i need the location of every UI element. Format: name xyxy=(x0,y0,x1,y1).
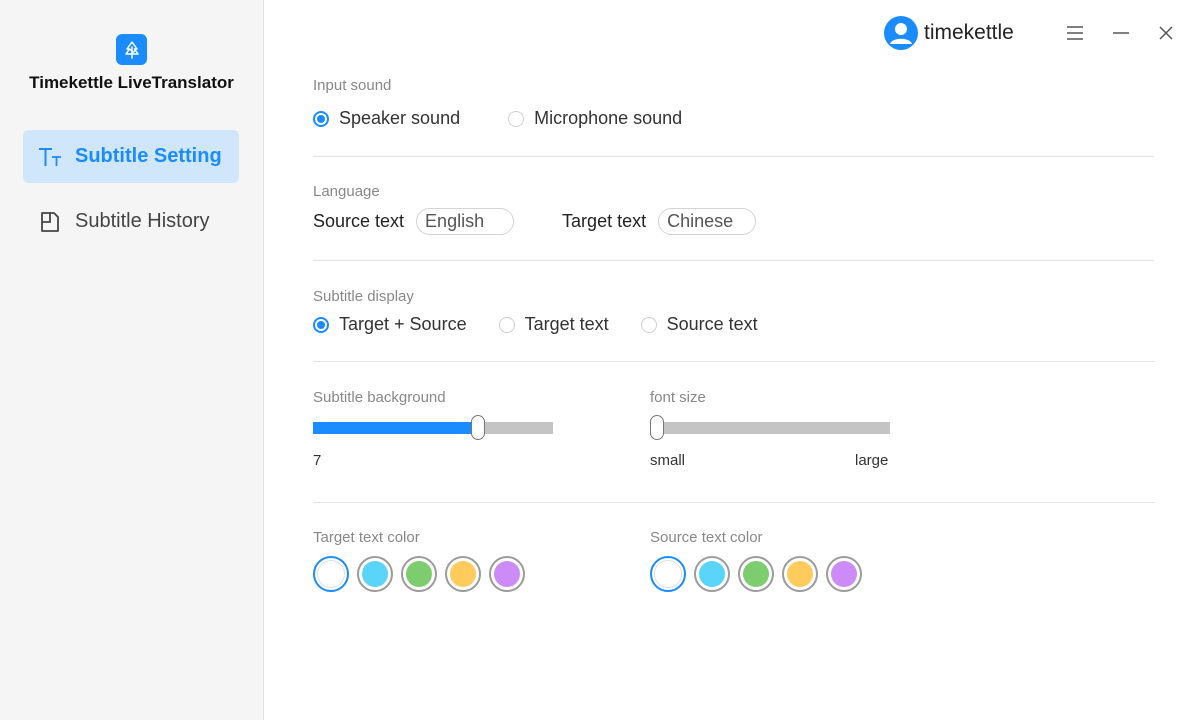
source-text-label: Source text xyxy=(313,211,405,231)
divider xyxy=(313,156,1154,157)
language-label: Language xyxy=(313,183,380,200)
avatar[interactable] xyxy=(884,16,918,50)
target-text-color-label: Target text color xyxy=(313,529,420,546)
divider xyxy=(313,502,1154,503)
source-color-swatch-4[interactable] xyxy=(826,556,862,592)
history-doc-icon xyxy=(37,209,63,235)
subtitle-display-label: Subtitle display xyxy=(313,288,414,305)
color-fill xyxy=(831,561,857,587)
color-fill xyxy=(450,561,476,587)
radio-label: Target text xyxy=(524,314,609,334)
radio-target-text[interactable]: Target text xyxy=(498,314,609,335)
sidebar-item-label: Subtitle History xyxy=(75,210,210,232)
slider-thumb[interactable] xyxy=(471,415,485,440)
input-sound-label: Input sound xyxy=(313,77,392,94)
radio-target-source[interactable]: Target + Source xyxy=(313,314,467,335)
source-color-swatch-2[interactable] xyxy=(738,556,774,592)
radio-label: Microphone sound xyxy=(534,108,683,128)
subtitle-background-label: Subtitle background xyxy=(313,389,446,406)
radio-unchecked-icon xyxy=(640,316,657,333)
target-color-swatch-2[interactable] xyxy=(401,556,437,592)
color-fill xyxy=(406,561,432,587)
color-fill xyxy=(654,560,682,588)
color-fill xyxy=(494,561,520,587)
user-icon xyxy=(890,23,912,44)
source-text-color-label: Source text color xyxy=(650,529,763,546)
slider-thumb[interactable] xyxy=(650,415,664,440)
divider xyxy=(313,260,1154,261)
color-fill xyxy=(787,561,813,587)
minimize-icon xyxy=(1113,32,1129,34)
target-color-swatch-1[interactable] xyxy=(357,556,393,592)
input-sound-options: Speaker sound Microphone sound xyxy=(313,108,682,129)
font-size-min-label: small xyxy=(650,452,686,469)
sidebar-item-label: Subtitle Setting xyxy=(75,145,222,167)
color-fill xyxy=(743,561,769,587)
user-name: timekettle xyxy=(924,21,1014,44)
radio-label: Source text xyxy=(666,314,758,334)
radio-source-text[interactable]: Source text xyxy=(640,314,758,335)
target-color-swatch-4[interactable] xyxy=(489,556,525,592)
radio-unchecked-icon xyxy=(498,316,515,333)
sidebar: Timekettle LiveTranslator Subtitle Setti… xyxy=(0,0,264,720)
color-fill xyxy=(699,561,725,587)
menu-button[interactable] xyxy=(1062,20,1088,46)
color-fill xyxy=(317,560,345,588)
minimize-button[interactable] xyxy=(1108,20,1134,46)
close-button[interactable] xyxy=(1153,20,1179,46)
app-title: Timekettle LiveTranslator xyxy=(29,73,234,92)
radio-unchecked-icon xyxy=(508,110,525,127)
target-color-swatch-0[interactable] xyxy=(313,556,349,592)
sidebar-item-subtitle-setting[interactable]: Subtitle Setting xyxy=(23,130,239,183)
hamburger-menu-icon xyxy=(1067,26,1083,40)
language-row: Source text English Target text Chinese xyxy=(313,208,757,235)
target-color-swatch-3[interactable] xyxy=(445,556,481,592)
radio-label: Target + Source xyxy=(339,314,467,334)
target-language-select[interactable]: Chinese xyxy=(658,208,757,235)
divider xyxy=(313,361,1154,362)
close-icon xyxy=(1159,26,1173,40)
radio-microphone-sound[interactable]: Microphone sound xyxy=(508,108,682,129)
slider-fill xyxy=(313,422,478,434)
source-text-color-picker xyxy=(650,556,870,592)
target-text-label: Target text xyxy=(562,211,647,231)
source-color-swatch-1[interactable] xyxy=(694,556,730,592)
source-color-swatch-3[interactable] xyxy=(782,556,818,592)
radio-checked-icon xyxy=(313,110,329,127)
radio-speaker-sound[interactable]: Speaker sound xyxy=(313,108,460,129)
source-language-select[interactable]: English xyxy=(416,208,515,235)
font-size-slider[interactable] xyxy=(650,415,890,440)
user-profile[interactable]: timekettle xyxy=(884,16,1014,50)
subtitle-background-slider[interactable] xyxy=(313,415,553,440)
font-size-label: font size xyxy=(650,389,706,406)
radio-checked-icon xyxy=(313,316,329,333)
color-fill xyxy=(362,561,388,587)
radio-label: Speaker sound xyxy=(339,108,461,128)
text-size-icon xyxy=(37,144,63,170)
app-logo xyxy=(116,34,147,65)
sidebar-item-subtitle-history[interactable]: Subtitle History xyxy=(23,195,239,248)
source-color-swatch-0[interactable] xyxy=(650,556,686,592)
subtitle-background-value: 7 xyxy=(313,452,322,469)
font-size-max-label: large xyxy=(855,452,889,469)
subtitle-display-options: Target + Source Target text Source text xyxy=(313,314,758,335)
tree-logo-icon xyxy=(124,40,139,59)
target-text-color-picker xyxy=(313,556,533,592)
